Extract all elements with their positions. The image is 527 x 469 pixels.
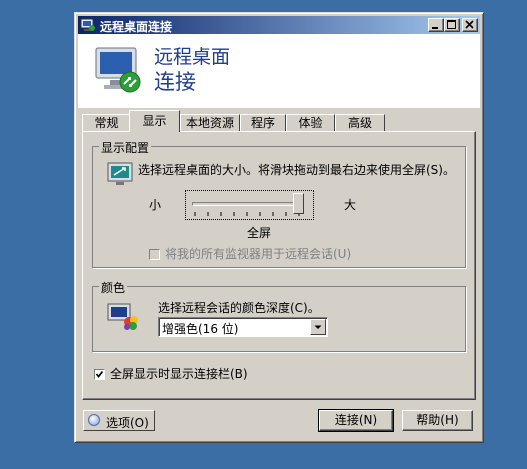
slider-value-caption: 全屏 bbox=[247, 226, 272, 240]
color-palette-icon bbox=[107, 303, 138, 330]
banner-title-line1: 远程桌面 bbox=[154, 46, 231, 68]
minimize-icon bbox=[432, 27, 438, 29]
color-depth-value: 增强色(16 位) bbox=[162, 322, 239, 336]
tab-experience[interactable]: 体验 bbox=[286, 114, 335, 131]
slider-small-label: 小 bbox=[149, 198, 162, 212]
remote-desktop-app-icon bbox=[80, 18, 95, 31]
display-size-slider[interactable] bbox=[185, 190, 314, 220]
help-button[interactable]: 帮助(H) bbox=[402, 410, 473, 431]
options-toggle-button[interactable]: 选项(O) bbox=[83, 410, 155, 431]
tab-display[interactable]: 显示 bbox=[129, 110, 180, 132]
checkmark-icon bbox=[95, 370, 104, 378]
color-depth-dropdown-button[interactable] bbox=[310, 319, 326, 335]
display-config-label: 显示配置 bbox=[99, 139, 152, 156]
maximize-icon bbox=[447, 20, 456, 29]
fullscreen-bar-checkbox[interactable] bbox=[94, 369, 105, 380]
title-bar[interactable]: 远程桌面连接 bbox=[78, 16, 480, 34]
options-label: 选项(O) bbox=[106, 416, 149, 430]
color-depth-select[interactable]: 增强色(16 位) bbox=[158, 317, 328, 337]
banner-title-line2: 连接 bbox=[154, 70, 196, 94]
tab-advanced[interactable]: 高级 bbox=[335, 114, 385, 131]
tab-general[interactable]: 常规 bbox=[82, 114, 131, 131]
close-icon bbox=[465, 20, 474, 29]
dialog-footer: 选项(O) 连接(N) 帮助(H) bbox=[82, 407, 476, 435]
fullscreen-bar-label: 全屏显示时显示连接栏(B) bbox=[110, 367, 248, 381]
display-config-group: 显示配置 选择远程桌面的大小。将滑块拖动到最右边来使用全屏(S)。 小 大 全屏… bbox=[92, 139, 466, 268]
slider-track bbox=[192, 202, 303, 206]
collapse-options-icon bbox=[88, 414, 100, 426]
tab-programs[interactable]: 程序 bbox=[240, 114, 286, 131]
display-tab-panel: 显示配置 选择远程桌面的大小。将滑块拖动到最右边来使用全屏(S)。 小 大 全屏… bbox=[82, 131, 476, 400]
display-size-icon bbox=[107, 162, 133, 185]
maximize-button[interactable] bbox=[444, 18, 460, 32]
monitor-connection-icon bbox=[95, 47, 141, 93]
close-button[interactable] bbox=[462, 18, 478, 32]
colors-group-label: 颜色 bbox=[99, 279, 128, 296]
fullscreen-bar-option[interactable]: 全屏显示时显示连接栏(B) bbox=[94, 365, 248, 382]
color-depth-description: 选择远程会话的颜色深度(C)。 bbox=[158, 301, 320, 315]
remote-desktop-window: 远程桌面连接 远程桌面 连接 常规 显示 本地资源 程序 体验 高级 显示配置 … bbox=[74, 12, 484, 443]
tab-strip: 常规 显示 本地资源 程序 体验 高级 bbox=[82, 110, 472, 132]
slider-large-label: 大 bbox=[344, 198, 357, 212]
display-size-description: 选择远程桌面的大小。将滑块拖动到最右边来使用全屏(S)。 bbox=[138, 163, 455, 177]
multi-monitor-label: 将我的所有监视器用于远程会话(U) bbox=[165, 247, 352, 261]
window-title: 远程桌面连接 bbox=[100, 20, 173, 34]
minimize-button[interactable] bbox=[428, 18, 444, 32]
multi-monitor-option: 将我的所有监视器用于远程会话(U) bbox=[149, 245, 351, 262]
header-banner: 远程桌面 连接 bbox=[78, 34, 480, 108]
multi-monitor-checkbox bbox=[149, 249, 160, 260]
colors-group: 颜色 选择远程会话的颜色深度(C)。 增强色(16 位) bbox=[92, 279, 466, 352]
tab-local-resources[interactable]: 本地资源 bbox=[180, 114, 240, 131]
slider-thumb[interactable] bbox=[293, 193, 304, 214]
connect-button[interactable]: 连接(N) bbox=[318, 409, 394, 432]
chevron-down-icon bbox=[314, 325, 322, 329]
slider-ticks bbox=[194, 212, 300, 216]
